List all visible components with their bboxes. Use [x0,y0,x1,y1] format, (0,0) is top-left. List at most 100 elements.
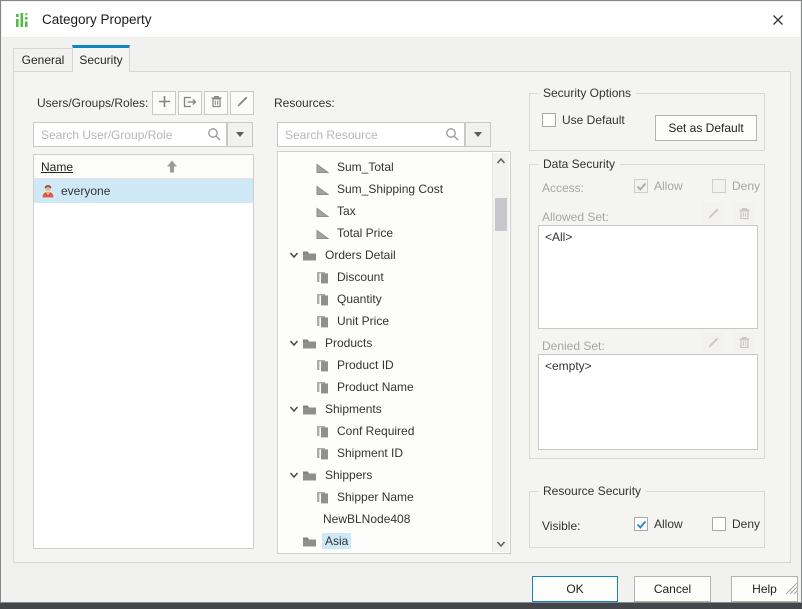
use-default-label: Use Default [562,113,625,127]
edit-denied-set-icon[interactable] [702,331,724,353]
access-deny-label: Deny [732,179,760,193]
visible-allow-checkbox[interactable]: Allow [634,517,683,531]
tree-item-label: Shipments [322,401,385,417]
resource-security-group: Resource Security Visible: Allow Deny [529,491,765,548]
folder-icon [302,337,317,350]
window-bottom-edge [0,603,802,609]
edit-allowed-set-icon[interactable] [702,202,724,224]
resource-search-dropdown[interactable] [465,122,491,147]
app-icon [13,10,33,30]
use-default-checkbox[interactable]: Use Default [542,113,625,127]
ok-button[interactable]: OK [532,576,618,602]
chevron-down-icon [474,132,482,137]
delete-denied-set-icon[interactable] [733,331,755,353]
user-search [33,122,227,147]
tree-item[interactable]: Conf Required [278,420,492,442]
denied-set-value: <empty> [545,359,592,373]
resource-security-title: Resource Security [538,484,646,498]
tree-item[interactable]: NewBLNode408 [278,508,492,530]
tree-item-label: Products [322,335,375,351]
access-deny-checkbox[interactable]: Deny [712,179,760,193]
export-icon [182,94,198,112]
delete-user-button[interactable] [204,91,228,115]
user-row[interactable]: everyone [34,179,253,203]
tree-item[interactable]: Shipment ID [278,442,492,464]
scroll-up-icon[interactable] [493,153,509,169]
tree-item-label: Discount [334,269,387,285]
users-list-header[interactable]: Name [34,155,253,179]
tree-item-label: Total Price [334,225,396,241]
tree-item-label: Tax [334,203,359,219]
resource-search-input[interactable] [277,122,465,147]
tree-item[interactable]: Products [278,332,492,354]
tree-item[interactable]: Sum_Total [278,156,492,178]
tree-item[interactable]: Sum_Shipping Cost [278,178,492,200]
visible-deny-checkbox[interactable]: Deny [712,517,760,531]
scroll-down-icon[interactable] [493,536,509,552]
tree-item[interactable]: Orders Detail [278,244,492,266]
data-security-group: Data Security Access: Allow Deny Allowed… [529,164,765,459]
column-icon [316,359,329,372]
resize-grip[interactable] [785,582,798,600]
close-icon[interactable] [767,9,789,31]
tree-item-label: Asia [322,533,351,549]
users-groups-roles-label: Users/Groups/Roles: [37,96,148,110]
column-icon [316,293,329,306]
delete-icon [209,94,224,112]
checkbox-unchecked-icon [542,113,556,127]
tab-security[interactable]: Security [72,45,130,72]
security-options-group: Security Options Use Default Set as Defa… [529,93,765,151]
tree-item[interactable]: Total Price [278,222,492,244]
access-allow-checkbox[interactable]: Allow [634,179,683,193]
tree-item-label: Shipment ID [334,445,406,461]
name-column-header[interactable]: Name [41,160,73,174]
checkbox-unchecked-disabled-icon [712,179,726,193]
cancel-button[interactable]: Cancel [634,576,711,602]
tree-item[interactable]: Asia [278,530,492,552]
measure-icon [316,227,329,240]
scrollbar-thumb[interactable] [495,198,507,231]
user-row-label: everyone [61,184,110,198]
tree-item-label: NewBLNode408 [320,511,413,527]
tree-item[interactable]: Quantity [278,288,492,310]
tree-item-label: Quantity [334,291,385,307]
tree-item[interactable]: Product ID [278,354,492,376]
export-user-button[interactable] [178,91,202,115]
user-search-dropdown[interactable] [227,122,253,147]
tree-scrollbar[interactable] [492,153,509,552]
resources-label: Resources: [274,96,335,110]
checkbox-checked-disabled-icon [634,179,648,193]
sort-ascending-icon [166,160,178,178]
tree-item[interactable]: Product Name [278,376,492,398]
chevron-expanded-icon[interactable] [286,250,302,260]
allowed-set-value: <All> [545,230,572,244]
add-user-button[interactable] [152,91,176,115]
measure-icon [316,161,329,174]
tree-item[interactable]: Shipments [278,398,492,420]
security-options-title: Security Options [538,86,636,100]
tree-item-label: Product Name [334,379,417,395]
visible-label: Visible: [542,519,580,533]
resource-search [277,122,465,147]
column-icon [316,491,329,504]
tree-item[interactable]: Shippers [278,464,492,486]
allowed-set-box: <All> [538,225,758,329]
chevron-expanded-icon[interactable] [286,338,302,348]
chevron-expanded-icon[interactable] [286,404,302,414]
tree-item[interactable]: Discount [278,266,492,288]
tab-general[interactable]: General [13,48,73,72]
edit-user-button[interactable] [230,91,254,115]
column-icon [316,425,329,438]
tree-item[interactable]: Unit Price [278,310,492,332]
delete-allowed-set-icon[interactable] [733,202,755,224]
tree-item[interactable]: Shipper Name [278,486,492,508]
column-icon [316,271,329,284]
edit-icon [235,94,250,112]
set-as-default-button[interactable]: Set as Default [655,115,757,141]
chevron-expanded-icon[interactable] [286,470,302,480]
tree-item[interactable]: Tax [278,200,492,222]
denied-set-label: Denied Set: [542,339,605,353]
access-allow-label: Allow [654,179,683,193]
user-search-input[interactable] [33,122,227,147]
denied-set-box: <empty> [538,354,758,450]
